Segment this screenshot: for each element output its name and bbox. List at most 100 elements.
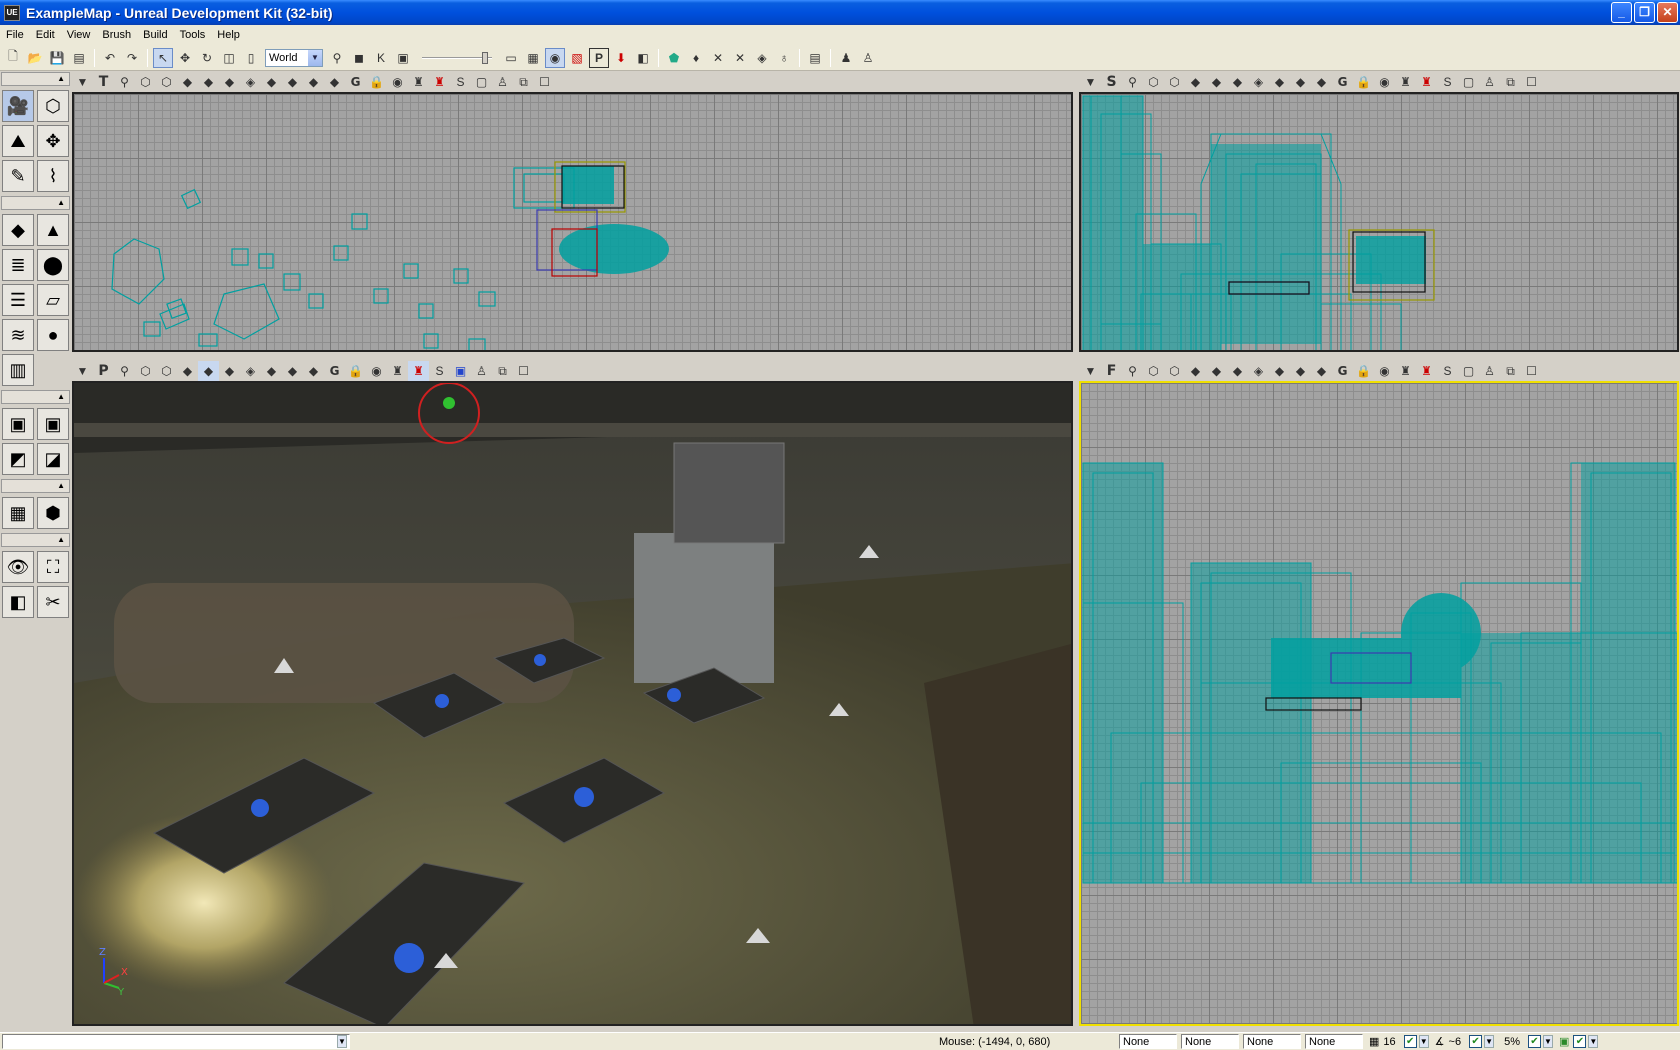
build-toggle[interactable]: P [589, 47, 609, 68]
streaming-icon[interactable]: S [1437, 72, 1458, 92]
lighting-only-icon[interactable]: ◈ [240, 361, 261, 381]
collapse-arrow-icon[interactable]: ▲ [57, 74, 65, 83]
csg-intersect-icon[interactable]: ◩ [2, 443, 34, 475]
chevron-down-icon[interactable]: ▼ [1484, 1035, 1495, 1048]
geometry-mode-icon[interactable]: ⬡ [37, 90, 69, 122]
shader-complexity-icon[interactable]: ◆ [1311, 72, 1332, 92]
viewport-menu-arrow-icon[interactable]: ▼ [1080, 361, 1101, 381]
palette-section-header[interactable]: ▲ [1, 196, 70, 210]
streaming-icon[interactable]: S [450, 72, 471, 92]
kismet-icon[interactable]: ◼ [349, 48, 369, 68]
show-all-icon[interactable]: ✂ [37, 586, 69, 618]
find-icon[interactable]: ⚲ [327, 48, 347, 68]
csg-add-icon[interactable]: ▣ [2, 408, 34, 440]
translate-mode-icon[interactable]: ✥ [175, 48, 195, 68]
viewport-menu-arrow-icon[interactable]: ▼ [72, 72, 93, 92]
palette-section-header[interactable]: ▲ [1, 533, 70, 547]
wireframe-icon[interactable]: ⬡ [135, 361, 156, 381]
title-bar[interactable]: UE ExampleMap - Unreal Development Kit (… [0, 0, 1680, 25]
red-actor-icon[interactable]: ♜ [429, 72, 450, 92]
light-complexity-icon[interactable]: ◆ [1269, 72, 1290, 92]
status-combo-1[interactable]: None [1119, 1034, 1177, 1049]
light-complexity-icon[interactable]: ◆ [261, 72, 282, 92]
app-icon[interactable]: UE [4, 4, 20, 21]
menu-edit[interactable]: Edit [30, 25, 61, 45]
minimize-button[interactable]: _ [1611, 2, 1632, 23]
actor-icon[interactable]: ♜ [387, 361, 408, 381]
viewport-type-label[interactable]: P [93, 361, 114, 381]
curved-stair-brush-icon[interactable]: ☰ [2, 284, 34, 316]
maximize-icon[interactable]: ☐ [1521, 361, 1542, 381]
collapse-arrow-icon[interactable]: ▲ [57, 481, 65, 490]
collapse-arrow-icon[interactable]: ▲ [57, 392, 65, 401]
frame-icon[interactable]: ▢ [471, 72, 492, 92]
camera-icon[interactable]: ⚲ [114, 72, 135, 92]
palette-section-header[interactable]: ▲ [1, 390, 70, 404]
build-paths-icon[interactable]: ▧ [567, 48, 587, 68]
brush-wire-icon[interactable]: ⬡ [156, 72, 177, 92]
pivot-icon[interactable]: ✕ [708, 48, 728, 68]
coordinate-system-select[interactable]: World ▼ [265, 48, 323, 67]
rotation-snap-checkbox[interactable]: ✔ [1469, 1035, 1483, 1048]
menu-build[interactable]: Build [137, 25, 173, 45]
camera-speed-icon[interactable]: ▭ [501, 48, 521, 68]
grid-toggle[interactable]: G [1332, 361, 1353, 381]
new-map-icon[interactable]: 🗋 [3, 48, 23, 68]
lit-icon[interactable]: ◆ [198, 361, 219, 381]
realtime-icon[interactable]: ◆ [324, 72, 345, 92]
save-all-icon[interactable]: ▤ [69, 48, 89, 68]
cylinder-brush-icon[interactable]: ⬤ [37, 249, 69, 281]
rotate-mode-icon[interactable]: ↻ [197, 48, 217, 68]
volumetric-brush-icon[interactable]: ▥ [2, 354, 34, 386]
lighting-only-icon[interactable]: ◈ [1248, 361, 1269, 381]
camera-mode-icon[interactable]: 🎥 [2, 90, 34, 122]
play-in-editor-icon[interactable]: ◧ [633, 48, 653, 68]
shader-complexity-icon[interactable]: ◆ [303, 361, 324, 381]
maximize-icon[interactable]: ☐ [513, 361, 534, 381]
eye-icon[interactable]: ◉ [387, 72, 408, 92]
viewport-perspective[interactable]: Z Y X [72, 381, 1073, 1026]
camera-icon[interactable]: ⚲ [1122, 72, 1143, 92]
collapse-arrow-icon[interactable]: ▲ [57, 535, 65, 544]
split-icon[interactable]: ⧉ [1500, 361, 1521, 381]
streaming-icon[interactable]: S [429, 361, 450, 381]
player-icon[interactable]: ♙ [492, 72, 513, 92]
player-icon[interactable]: ♙ [1479, 72, 1500, 92]
shield-icon[interactable]: ⬟ [664, 48, 684, 68]
lit-icon[interactable]: ◆ [198, 72, 219, 92]
scale-mode-icon[interactable]: ◫ [219, 48, 239, 68]
rotation-snap-value[interactable]: ~6 [1445, 1036, 1466, 1048]
brush-wire-icon[interactable]: ⬡ [1164, 72, 1185, 92]
collapse-arrow-icon[interactable]: ▲ [57, 198, 65, 207]
viewport-type-label[interactable]: T [93, 72, 114, 92]
viewport-type-label[interactable]: F [1101, 361, 1122, 381]
add-special-icon[interactable]: ⬢ [37, 497, 69, 529]
camera-icon[interactable]: ⚲ [114, 361, 135, 381]
player-icon[interactable]: ♙ [471, 361, 492, 381]
linear-stair-brush-icon[interactable]: ≣ [2, 249, 34, 281]
terrain-mode-icon[interactable]: ⛰ [2, 125, 34, 157]
lit-icon[interactable]: ◆ [1206, 361, 1227, 381]
texture-align-icon[interactable]: ✎ [2, 160, 34, 192]
unlit-icon[interactable]: ◆ [1185, 361, 1206, 381]
actor-icon[interactable]: ♙ [858, 48, 878, 68]
wireframe-icon[interactable]: ⬡ [135, 72, 156, 92]
redo-icon[interactable]: ↷ [122, 48, 142, 68]
maximize-icon[interactable]: ☐ [534, 72, 555, 92]
select-inverse-icon[interactable]: ◧ [2, 586, 34, 618]
detail-lighting-icon[interactable]: ◆ [1227, 72, 1248, 92]
save-icon[interactable]: 💾 [47, 48, 67, 68]
viewport-side[interactable] [1079, 92, 1679, 352]
drag-grid-slider[interactable] [422, 51, 492, 65]
actor-icon[interactable]: ♜ [1395, 72, 1416, 92]
select-mode-icon[interactable]: ↖ [153, 47, 173, 68]
restore-button[interactable]: ❐ [1634, 2, 1655, 23]
frame-icon[interactable]: ▢ [1458, 361, 1479, 381]
streaming-icon[interactable]: S [1437, 361, 1458, 381]
viewport-menu-arrow-icon[interactable]: ▼ [1080, 72, 1101, 92]
chevron-down-icon[interactable]: ▼ [1542, 1035, 1553, 1048]
camera-icon[interactable]: ⚲ [1122, 361, 1143, 381]
content-browser-icon[interactable]: K [371, 48, 391, 68]
scale-snap-value[interactable]: 5% [1500, 1036, 1524, 1048]
lock-icon[interactable]: 🔒 [1353, 361, 1374, 381]
